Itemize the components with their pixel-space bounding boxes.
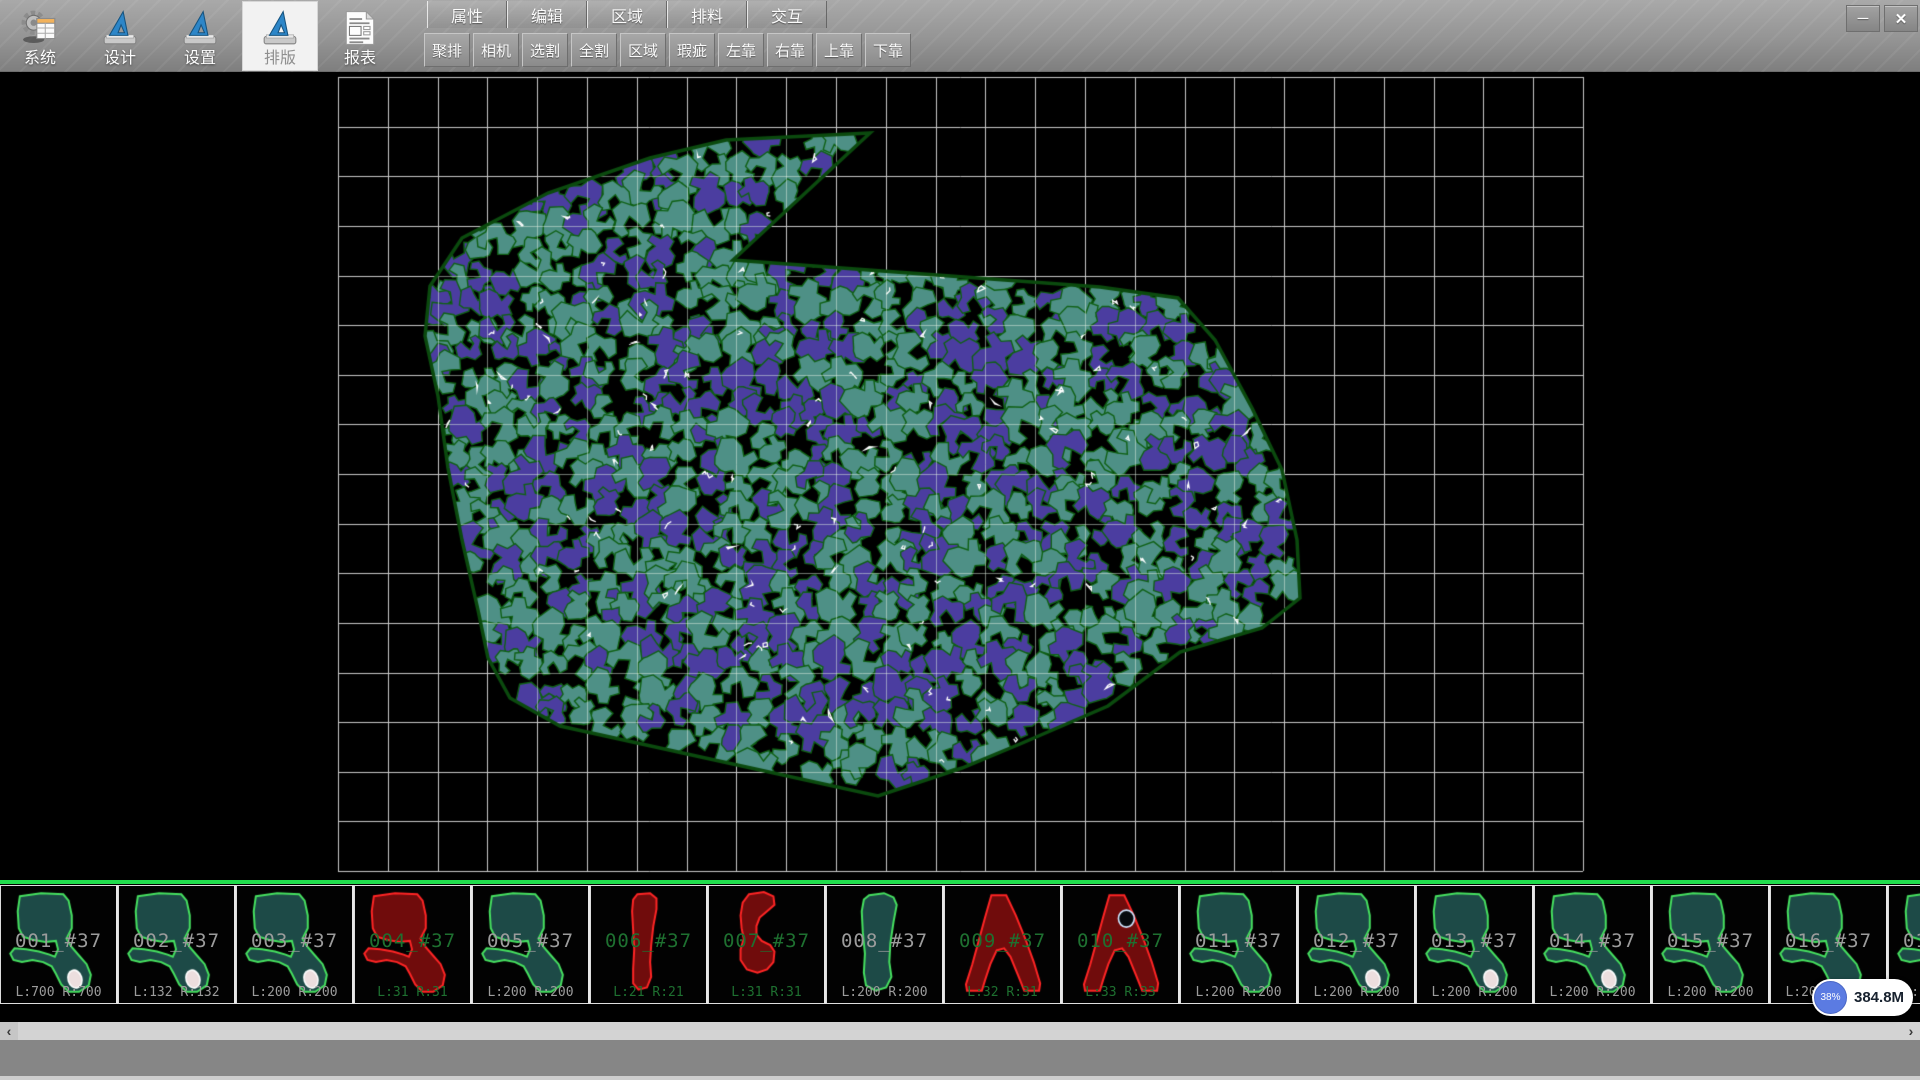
menu-tab-nesting[interactable]: 排料 — [667, 1, 747, 28]
memory-usage-badge: 38% 384.8M — [1812, 979, 1913, 1016]
scroll-left-button[interactable]: ‹ — [0, 1022, 18, 1040]
piece-id-label: 013_#37 — [1417, 930, 1532, 952]
piece-lr-count: L:132 R:132 — [119, 985, 234, 1000]
piece-lr-count: L:200 R:200 — [1181, 985, 1296, 1000]
piece-id-label: 016_#37 — [1771, 930, 1886, 952]
system-gear-icon — [21, 6, 59, 50]
piece-lr-count: L:200 R:200 — [1535, 985, 1650, 1000]
piece-lr-count: L:200 R:200 — [473, 985, 588, 1000]
piece-id-label: 015_#37 — [1653, 930, 1768, 952]
filmstrip-item[interactable]: 006_#37 L:21 R:21 — [590, 885, 708, 1004]
action-button-select-cut[interactable]: 选割 — [522, 33, 568, 67]
piece-id-label: 005_#37 — [473, 930, 588, 952]
filmstrip-item[interactable]: 008_#37 L:200 R:200 — [826, 885, 944, 1004]
menu-tab-region[interactable]: 区域 — [587, 1, 667, 28]
design-ruler-icon — [101, 6, 139, 50]
filmstrip-cells: 001_#37L:700 R:700002_#37L:132 R:132003_… — [0, 885, 1920, 1004]
piece-id-label: 014_#37 — [1535, 930, 1650, 952]
piece-id-label: 006_#37 — [591, 930, 706, 952]
filmstrip-item[interactable]: 015_#37 L:200 R:200 — [1652, 885, 1770, 1004]
status-bar — [0, 1040, 1920, 1076]
settings-ruler-icon — [181, 6, 219, 50]
filmstrip: 001_#37L:700 R:700002_#37L:132 R:132003_… — [0, 880, 1920, 1022]
filmstrip-item[interactable]: 010_#37 L:33 R:33 — [1062, 885, 1180, 1004]
filmstrip-item[interactable]: 011_#37 L:200 R:200 — [1180, 885, 1298, 1004]
piece-id-label: 003_#37 — [237, 930, 352, 952]
action-button-camera[interactable]: 相机 — [473, 33, 519, 67]
action-button-snap-down[interactable]: 下靠 — [865, 33, 911, 67]
piece-id-label: 011_#37 — [1181, 930, 1296, 952]
close-icon: ✕ — [1895, 10, 1908, 28]
toolbar-button-label: 排版 — [264, 50, 296, 68]
piece-id-label: 007_#37 — [709, 930, 824, 952]
piece-lr-count: L:31 R:31 — [355, 985, 470, 1000]
piece-lr-count: L:700 R:700 — [1, 985, 116, 1000]
filmstrip-item[interactable]: 001_#37 L:700 R:700 — [0, 885, 118, 1004]
piece-lr-count: L:33 R:33 — [1063, 985, 1178, 1000]
action-button-region[interactable]: 区域 — [620, 33, 666, 67]
menu-tab-bar: 属性编辑区域排料交互 — [427, 1, 827, 28]
piece-id-label: 008_#37 — [827, 930, 942, 952]
filmstrip-item[interactable]: 012_#37 L:200 R:200 — [1298, 885, 1416, 1004]
minimize-button[interactable]: ─ — [1846, 5, 1880, 32]
piece-id-label: 010_#37 — [1063, 930, 1178, 952]
piece-lr-count: L:32 R:31 — [945, 985, 1060, 1000]
piece-lr-count: L:200 R:200 — [827, 985, 942, 1000]
menu-tab-properties[interactable]: 属性 — [427, 1, 507, 28]
toolbar-button-layout[interactable]: 排版 — [242, 1, 318, 71]
action-button-snap-up[interactable]: 上靠 — [816, 33, 862, 67]
app-window: 系统设计设置排版报表 属性编辑区域排料交互 聚排相机选割全割区域瑕疵左靠右靠上靠… — [0, 0, 1920, 1080]
minimize-icon: ─ — [1858, 10, 1869, 27]
toolbar-button-system[interactable]: 系统 — [2, 1, 78, 71]
usage-value-label: 384.8M — [1854, 989, 1904, 1006]
action-button-snap-right[interactable]: 右靠 — [767, 33, 813, 67]
usage-percent-circle: 38% — [1814, 981, 1847, 1014]
usage-percent-label: 38% — [1820, 992, 1840, 1003]
filmstrip-item[interactable]: 009_#37 L:32 R:31 — [944, 885, 1062, 1004]
piece-lr-count: L:200 R:200 — [1417, 985, 1532, 1000]
toolbar-button-label: 设计 — [104, 50, 136, 68]
piece-id-label: 004_#37 — [355, 930, 470, 952]
action-button-cluster-nest[interactable]: 聚排 — [424, 33, 470, 67]
piece-id-label: 017_#37 — [1889, 930, 1920, 952]
filmstrip-item[interactable]: 007_#37 L:31 R:31 — [708, 885, 826, 1004]
filmstrip-item[interactable]: 003_#37 L:200 R:200 — [236, 885, 354, 1004]
report-doc-icon — [341, 6, 379, 50]
menu-tab-edit[interactable]: 编辑 — [507, 1, 587, 28]
filmstrip-item[interactable]: 002_#37 L:132 R:132 — [118, 885, 236, 1004]
piece-id-label: 009_#37 — [945, 930, 1060, 952]
toolbar-button-report[interactable]: 报表 — [322, 1, 398, 71]
action-button-defect[interactable]: 瑕疵 — [669, 33, 715, 67]
piece-lr-count: L:21 R:21 — [591, 985, 706, 1000]
action-button-snap-left[interactable]: 左靠 — [718, 33, 764, 67]
main-toolbar: 系统 设计 设置 排版 报表 — [2, 1, 402, 71]
filmstrip-item[interactable]: 004_#37 L:31 R:31 — [354, 885, 472, 1004]
piece-lr-count: L:200 R:200 — [1299, 985, 1414, 1000]
toolbar-button-settings[interactable]: 设置 — [162, 1, 238, 71]
menu-tab-interact[interactable]: 交互 — [747, 1, 827, 28]
toolbar-button-design[interactable]: 设计 — [82, 1, 158, 71]
filmstrip-item[interactable]: 014_#37 L:200 R:200 — [1534, 885, 1652, 1004]
toolbar-button-label: 系统 — [24, 50, 56, 68]
action-button-cut-all[interactable]: 全割 — [571, 33, 617, 67]
piece-lr-count: L:200 R:200 — [237, 985, 352, 1000]
nesting-viewport-canvas[interactable] — [0, 72, 1920, 880]
close-button[interactable]: ✕ — [1884, 5, 1918, 32]
filmstrip-item[interactable]: 013_#37 L:200 R:200 — [1416, 885, 1534, 1004]
horizontal-scrollbar[interactable]: ‹ › — [0, 1022, 1920, 1040]
filmstrip-top-border — [0, 880, 1920, 884]
top-toolbar: 系统设计设置排版报表 属性编辑区域排料交互 聚排相机选割全割区域瑕疵左靠右靠上靠… — [0, 0, 1920, 72]
layout-ruler-icon — [261, 6, 299, 50]
piece-id-label: 002_#37 — [119, 930, 234, 952]
piece-lr-count: L:31 R:31 — [709, 985, 824, 1000]
scroll-right-button[interactable]: › — [1902, 1022, 1920, 1040]
piece-id-label: 001_#37 — [1, 930, 116, 952]
piece-id-label: 012_#37 — [1299, 930, 1414, 952]
toolbar-button-label: 设置 — [184, 50, 216, 68]
filmstrip-item[interactable]: 005_#37 L:200 R:200 — [472, 885, 590, 1004]
action-button-bar: 聚排相机选割全割区域瑕疵左靠右靠上靠下靠 — [424, 33, 914, 67]
window-bottom-edge — [0, 1076, 1920, 1080]
piece-lr-count: L:200 R:200 — [1653, 985, 1768, 1000]
toolbar-button-label: 报表 — [344, 50, 376, 68]
